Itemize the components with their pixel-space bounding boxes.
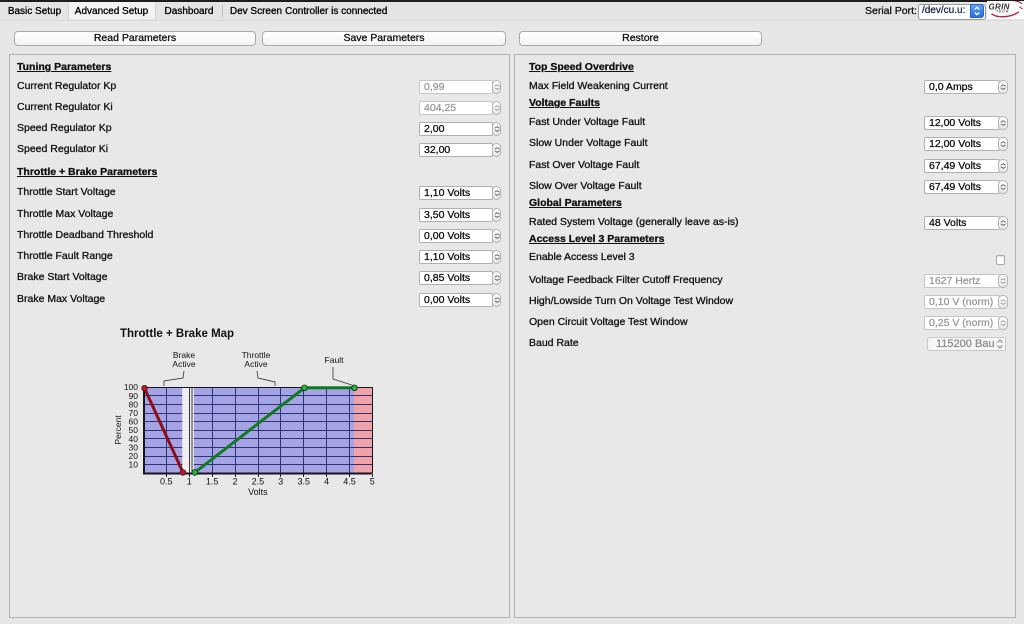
- svg-text:2: 2: [232, 477, 237, 487]
- svg-text:Throttle + Brake Map: Throttle + Brake Map: [120, 328, 234, 340]
- svg-text:1.5: 1.5: [206, 477, 219, 487]
- svg-text:1: 1: [187, 477, 192, 487]
- svg-text:4: 4: [324, 477, 329, 487]
- svg-text:10: 10: [129, 460, 139, 470]
- svg-text:Percent: Percent: [113, 415, 123, 445]
- svg-text:Active: Active: [244, 359, 267, 369]
- svg-text:Active: Active: [172, 359, 195, 369]
- svg-text:0.5: 0.5: [160, 477, 173, 487]
- svg-text:Volts: Volts: [248, 487, 268, 497]
- svg-text:3.5: 3.5: [297, 477, 310, 487]
- svg-text:TECH: TECH: [996, 10, 1009, 14]
- svg-text:2.5: 2.5: [252, 477, 265, 487]
- svg-text:4.5: 4.5: [343, 477, 356, 487]
- svg-text:5: 5: [370, 477, 375, 487]
- svg-text:Fault: Fault: [325, 355, 345, 365]
- svg-text:3: 3: [278, 477, 283, 487]
